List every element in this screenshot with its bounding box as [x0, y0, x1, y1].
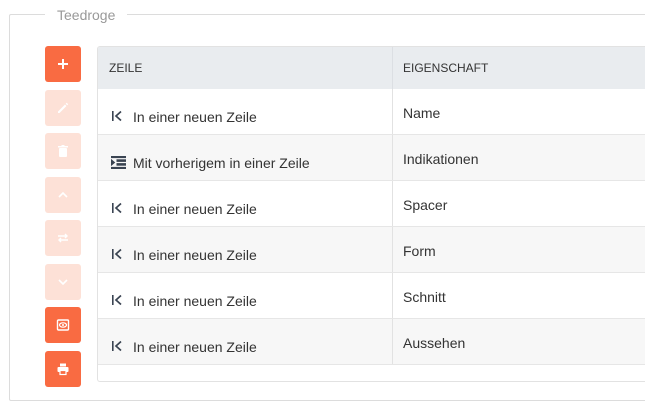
new-line-icon [111, 293, 127, 307]
new-line-icon [111, 339, 127, 353]
swap-icon [58, 233, 68, 243]
plus-icon [58, 59, 68, 69]
swap-button[interactable] [45, 220, 81, 256]
column-header-zeile[interactable]: Zeile [98, 47, 392, 89]
print-icon [57, 363, 69, 375]
table-row[interactable]: In einer neuen Zeile Name [98, 89, 645, 135]
delete-button[interactable] [45, 133, 81, 169]
chevron-down-icon [58, 278, 68, 285]
add-button[interactable] [45, 46, 81, 82]
table-row[interactable]: In einer neuen Zeile Schnitt [98, 273, 645, 319]
table-row[interactable]: In einer neuen Zeile Form [98, 227, 645, 273]
zeile-cell: In einer neuen Zeile [98, 181, 392, 226]
preview-icon [56, 319, 70, 331]
eigenschaft-cell: Schnitt [392, 273, 645, 318]
move-down-button[interactable] [45, 263, 81, 300]
zeile-text: In einer neuen Zeile [133, 339, 257, 355]
new-line-icon [111, 109, 127, 123]
zeile-cell: In einer neuen Zeile [98, 319, 392, 364]
chevron-up-icon [58, 191, 68, 198]
table-row[interactable]: In einer neuen Zeile Aussehen [98, 319, 645, 365]
indent-icon [111, 155, 127, 169]
print-button[interactable] [45, 350, 81, 387]
zeilen-table: Zeile Eigenschaft In einer neuen Zeile N… [97, 46, 645, 382]
new-line-icon [111, 201, 127, 215]
table-row[interactable]: In einer neuen Zeile Spacer [98, 181, 645, 227]
zeile-text: In einer neuen Zeile [133, 293, 257, 309]
zeile-text: In einer neuen Zeile [133, 247, 257, 263]
eigenschaft-cell: Spacer [392, 181, 645, 226]
eigenschaft-cell: Form [392, 227, 645, 272]
toolbar [45, 46, 81, 394]
eigenschaft-cell: Indikationen [392, 135, 645, 180]
edit-button[interactable] [45, 89, 81, 126]
zeile-cell: Mit vorherigem in einer Zeile [98, 135, 392, 180]
table-header: Zeile Eigenschaft [98, 47, 645, 90]
new-line-icon [111, 247, 127, 261]
move-up-button[interactable] [45, 176, 81, 213]
column-header-eigenschaft[interactable]: Eigenschaft [392, 47, 645, 89]
table-row[interactable]: Mit vorherigem in einer Zeile Indikation… [98, 135, 645, 181]
eigenschaft-cell: Name [392, 89, 645, 134]
trash-icon [58, 145, 68, 157]
zeile-text: Mit vorherigem in einer Zeile [133, 155, 310, 171]
fieldset-legend: Teedroge [45, 6, 128, 24]
pencil-icon [58, 102, 69, 113]
zeile-text: In einer neuen Zeile [133, 109, 257, 125]
zeile-cell: In einer neuen Zeile [98, 227, 392, 272]
zeile-cell: In einer neuen Zeile [98, 89, 392, 134]
preview-button[interactable] [45, 307, 81, 343]
zeile-text: In einer neuen Zeile [133, 201, 257, 217]
zeile-cell: In einer neuen Zeile [98, 273, 392, 318]
eigenschaft-cell: Aussehen [392, 319, 645, 364]
